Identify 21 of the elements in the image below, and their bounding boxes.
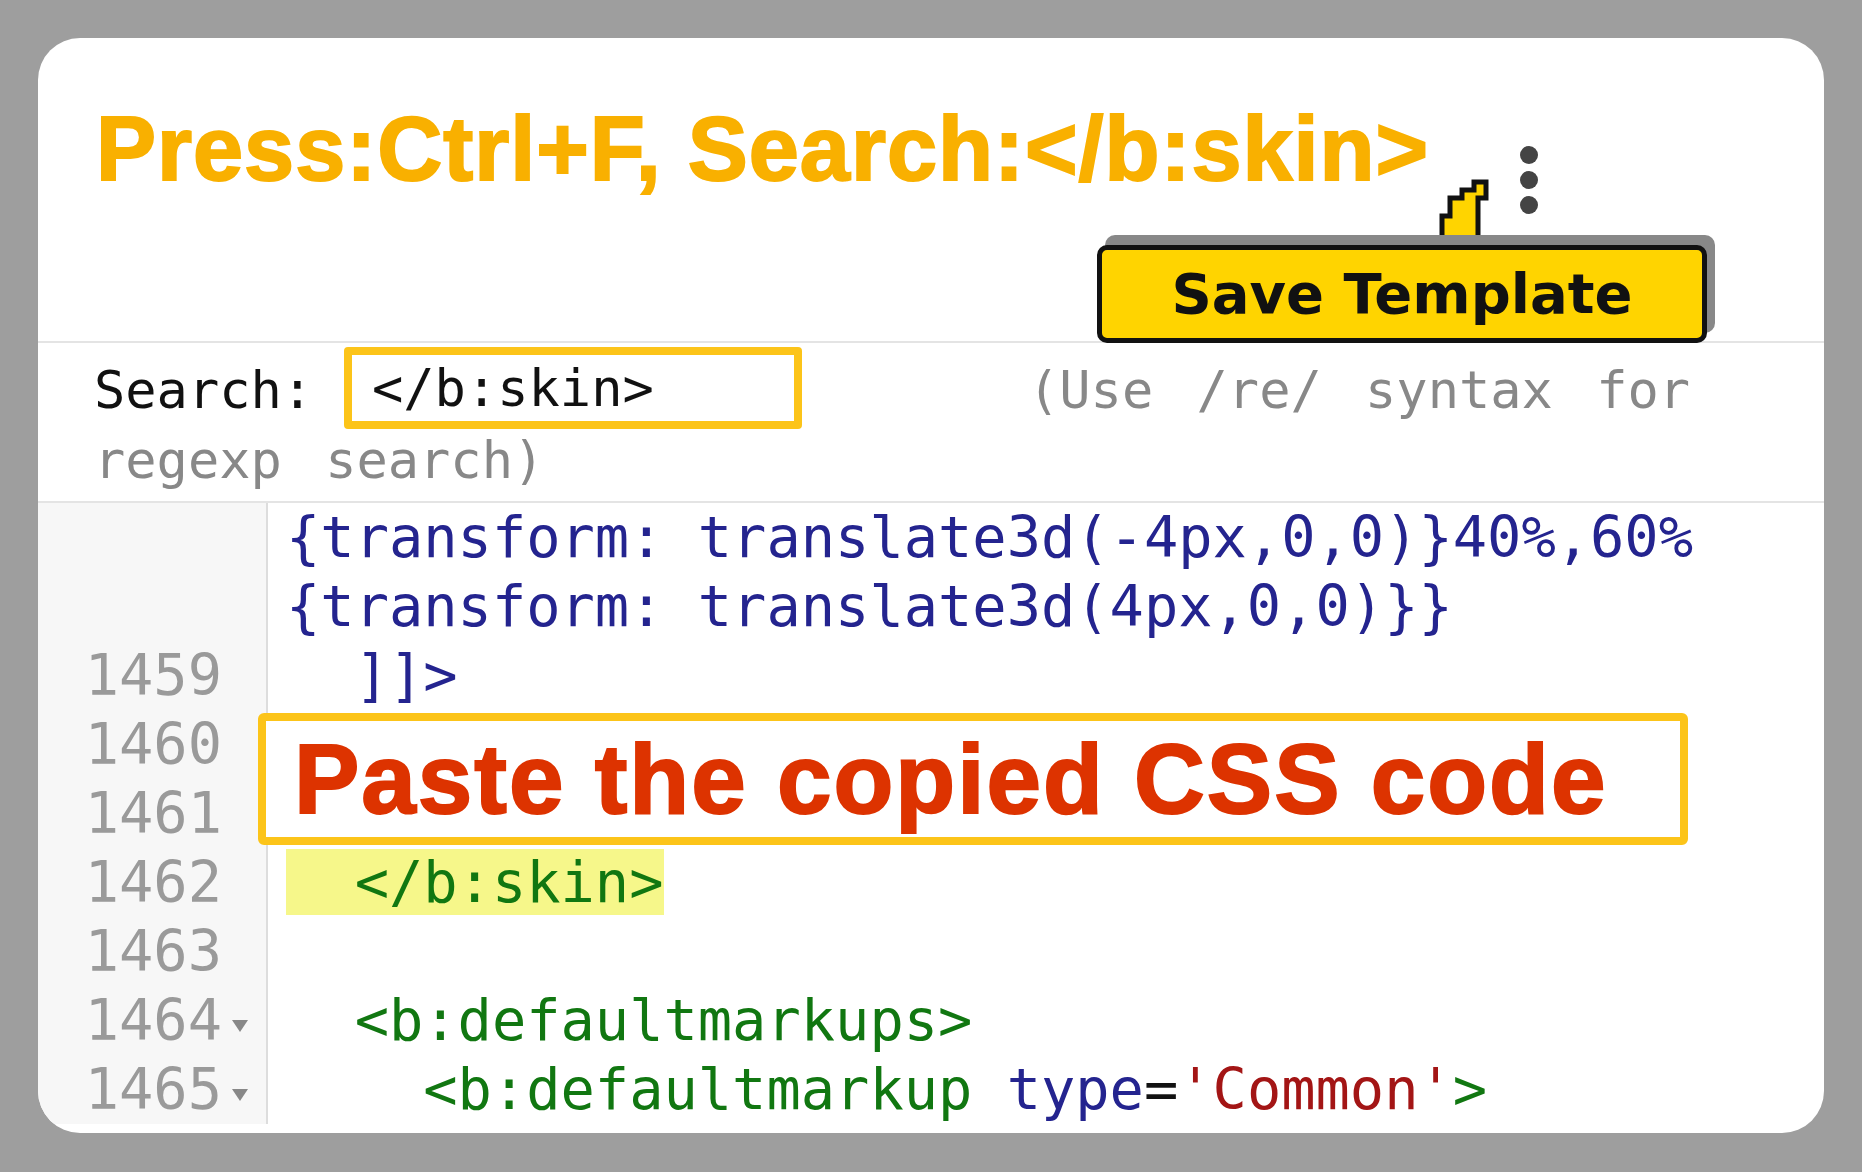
- callout-label: Paste the copied CSS code: [258, 713, 1688, 845]
- line-number: 1463: [84, 917, 222, 986]
- line-number: 1464: [84, 986, 222, 1055]
- code-line: {transform: translate3d(4px,0,0)}}: [286, 573, 1453, 639]
- line-number: 1459: [84, 641, 222, 710]
- line-number: 1460: [84, 710, 222, 779]
- fold-caret-icon[interactable]: [232, 1089, 248, 1101]
- code-line: <b:defaultmarkup type='Common'>: [422, 1056, 1488, 1122]
- more-menu-icon[interactable]: [1518, 144, 1540, 216]
- search-hint: (Use /re/ syntax for: [1028, 359, 1691, 422]
- code-line: {transform: translate3d(-4px,0,0)}40%,60%: [286, 504, 1693, 570]
- search-field[interactable]: </b:skin>: [344, 347, 802, 429]
- search-label: Search:: [94, 360, 314, 420]
- search-hint: regexp search): [94, 429, 545, 492]
- code-line: ]]>: [353, 642, 458, 708]
- annotation-title: Press:Ctrl+F, Search:</b:skin>: [96, 104, 1430, 194]
- code-line: <b:defaultmarkups>: [353, 987, 973, 1053]
- line-number: 1465: [84, 1055, 222, 1124]
- line-number: 1461: [84, 779, 222, 848]
- line-number: 1462: [84, 848, 222, 917]
- fold-caret-icon[interactable]: [232, 1020, 248, 1032]
